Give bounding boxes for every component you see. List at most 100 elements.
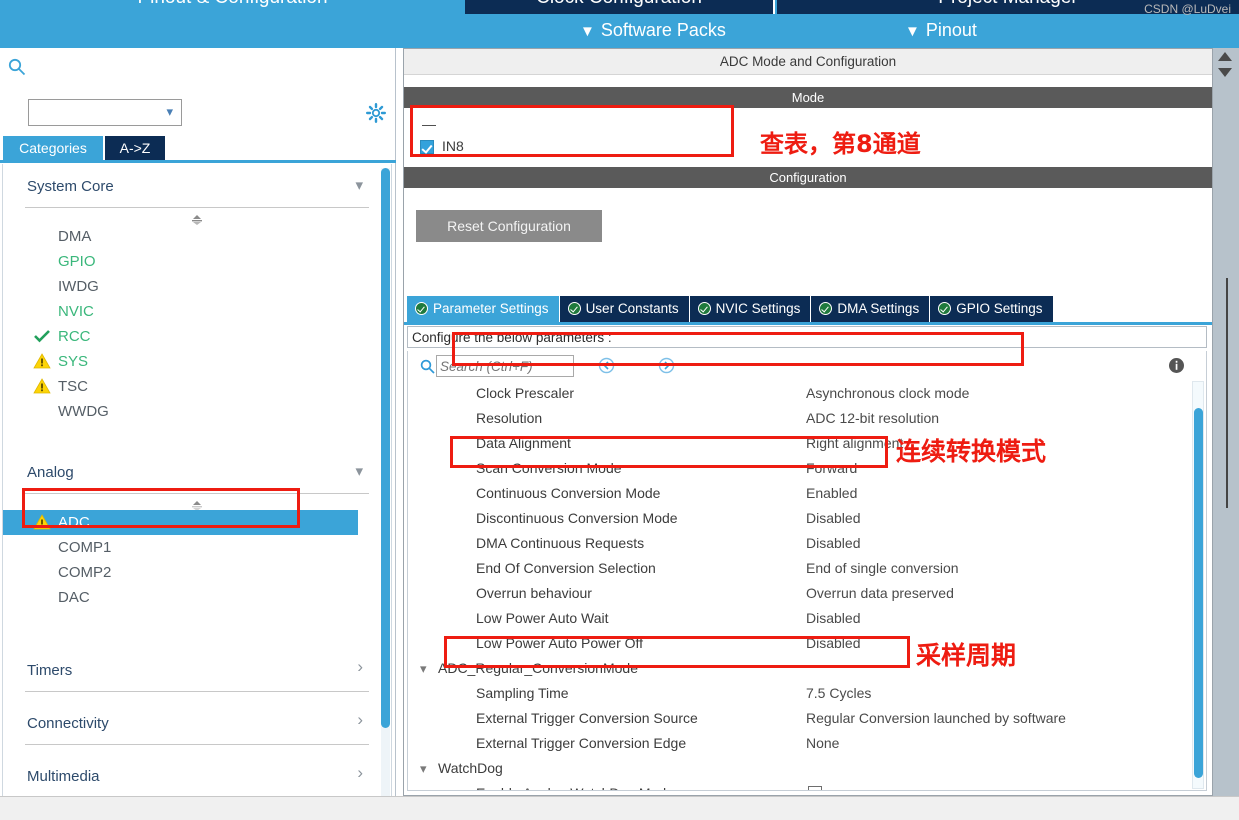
- table-row[interactable]: Clock Prescaler Asynchronous clock mode: [408, 381, 1206, 406]
- sidebar-item-rcc[interactable]: RCC: [3, 324, 391, 349]
- ribbon-pinout[interactable]: ▼Pinout: [905, 16, 977, 44]
- sidebar-group-system-core[interactable]: System Core ▾: [25, 164, 369, 208]
- sidebar-group-connectivity[interactable]: Connectivity ›: [25, 701, 369, 745]
- splitter-system-core[interactable]: [3, 208, 391, 224]
- config-tab-row: Parameter Settings User Constants NVIC S…: [407, 296, 1054, 322]
- sidebar-view-a-to-z[interactable]: A->Z: [105, 136, 165, 160]
- param-value: Regular Conversion launched by software: [806, 706, 1066, 731]
- sidebar-scrollbar[interactable]: [381, 168, 390, 820]
- param-name: Continuous Conversion Mode: [476, 481, 660, 506]
- sidebar-item-label: RCC: [58, 328, 91, 345]
- warning-icon: [33, 377, 51, 395]
- sidebar-item-comp2[interactable]: COMP2: [3, 560, 391, 585]
- gear-icon[interactable]: [366, 103, 386, 123]
- sidebar-item-label: NVIC: [58, 303, 94, 320]
- table-row[interactable]: Discontinuous Conversion Mode Disabled: [408, 506, 1206, 531]
- tab-clock-configuration[interactable]: Clock Configuration: [465, 0, 775, 14]
- window-scrollbar[interactable]: [1213, 48, 1239, 796]
- sidebar-group-label: Timers: [27, 662, 72, 679]
- scroll-up-arrow-icon[interactable]: [1218, 52, 1232, 61]
- ribbon-software-packs[interactable]: ▼Software Packs: [580, 16, 726, 44]
- parameter-rows: Clock Prescaler Asynchronous clock mode …: [408, 381, 1206, 791]
- configure-hint: Configure the below parameters :: [407, 326, 1207, 348]
- tab-gpio-settings[interactable]: GPIO Settings: [930, 296, 1053, 322]
- tab-parameter-settings[interactable]: Parameter Settings: [407, 296, 560, 322]
- check-circle-icon: [698, 302, 711, 315]
- param-name: Discontinuous Conversion Mode: [476, 506, 678, 531]
- table-row[interactable]: External Trigger Conversion Source Regul…: [408, 706, 1206, 731]
- param-name: Overrun behaviour: [476, 581, 592, 606]
- reset-configuration-button[interactable]: Reset Configuration: [416, 210, 602, 242]
- tab-pinout-and-configuration[interactable]: Pinout & Configuration: [0, 0, 465, 14]
- splitter-handle-icon: [190, 498, 204, 508]
- info-icon[interactable]: [1168, 357, 1185, 379]
- table-row[interactable]: Overrun behaviour Overrun data preserved: [408, 581, 1206, 606]
- table-row[interactable]: Low Power Auto Wait Disabled: [408, 606, 1206, 631]
- tab-dma-settings[interactable]: DMA Settings: [811, 296, 930, 322]
- sidebar-item-sys[interactable]: SYS: [3, 349, 391, 374]
- parameter-list-scrollbar-thumb[interactable]: [1194, 408, 1203, 778]
- param-name: External Trigger Conversion Edge: [476, 731, 686, 756]
- chevron-right-icon: ›: [357, 710, 363, 730]
- table-row[interactable]: Low Power Auto Power Off Disabled: [408, 631, 1206, 656]
- sidebar-item-label: DMA: [58, 228, 91, 245]
- sidebar-item-label: DAC: [58, 589, 90, 606]
- sidebar-item-comp1[interactable]: COMP1: [3, 535, 391, 560]
- sidebar-item-adc[interactable]: ADC: [3, 510, 358, 535]
- sidebar-item-gpio[interactable]: GPIO: [3, 249, 391, 274]
- chevron-down-icon: ▾: [355, 462, 363, 480]
- sidebar-group-analog[interactable]: Analog ▾: [25, 450, 369, 494]
- sidebar-group-multimedia[interactable]: Multimedia ›: [25, 754, 369, 798]
- window-scrollbar-track[interactable]: [1226, 278, 1228, 508]
- sidebar-item-iwdg[interactable]: IWDG: [3, 274, 391, 299]
- sidebar-scrollbar-thumb[interactable]: [381, 168, 390, 728]
- splitter-analog[interactable]: [3, 494, 391, 510]
- chevron-down-icon: ▼: [580, 18, 595, 46]
- param-group-adc-regular-conversionmode[interactable]: ▾ ADC_Regular_ConversionMode: [408, 656, 1206, 681]
- sidebar-tab-underline: [0, 160, 396, 163]
- param-group-label: ADC_Regular_ConversionMode: [438, 656, 638, 681]
- circle-next-icon[interactable]: [658, 357, 675, 374]
- sidebar-item-label: SYS: [58, 353, 88, 370]
- tab-nvic-settings[interactable]: NVIC Settings: [690, 296, 812, 322]
- sidebar-item-wwdg[interactable]: WWDG: [3, 399, 391, 424]
- table-row[interactable]: Scan Conversion Mode Forward: [408, 456, 1206, 481]
- param-value: Disabled: [806, 506, 860, 531]
- chevron-right-icon: ›: [357, 763, 363, 783]
- tab-label: Parameter Settings: [433, 301, 549, 316]
- table-row[interactable]: Continuous Conversion Mode Enabled: [408, 481, 1206, 506]
- sidebar-item-nvic[interactable]: NVIC: [3, 299, 391, 324]
- sidebar-group-label: Analog: [27, 464, 74, 481]
- param-value: ADC 12-bit resolution: [806, 406, 939, 431]
- tab-user-constants[interactable]: User Constants: [560, 296, 690, 322]
- sidebar-group-timers[interactable]: Timers ›: [25, 648, 369, 692]
- sidebar-item-tsc[interactable]: TSC: [3, 374, 391, 399]
- param-group-watchdog[interactable]: ▾ WatchDog: [408, 756, 1206, 781]
- scroll-down-arrow-icon[interactable]: [1218, 68, 1232, 77]
- parameter-list: Clock Prescaler Asynchronous clock mode …: [407, 351, 1207, 791]
- circle-prev-icon[interactable]: [598, 357, 615, 374]
- table-row[interactable]: Data Alignment Right alignment: [408, 431, 1206, 456]
- param-name: Low Power Auto Wait: [476, 606, 609, 631]
- sidebar-search-combo[interactable]: ▾: [28, 99, 182, 126]
- param-name: Data Alignment: [476, 431, 571, 456]
- check-circle-icon: [938, 302, 951, 315]
- table-row[interactable]: End Of Conversion Selection End of singl…: [408, 556, 1206, 581]
- table-row[interactable]: Enable Analog WatchDog Mode: [408, 781, 1206, 791]
- parameter-list-scrollbar[interactable]: [1192, 381, 1204, 789]
- sidebar-view-categories[interactable]: Categories: [3, 136, 103, 160]
- parameter-search-input[interactable]: [436, 355, 574, 377]
- bottom-status-strip: [0, 796, 1239, 820]
- in8-checkbox[interactable]: [420, 140, 434, 154]
- tab-label: User Constants: [586, 301, 679, 316]
- table-row[interactable]: DMA Continuous Requests Disabled: [408, 531, 1206, 556]
- adc-configuration-panel: ADC Mode and Configuration Mode — IN8 Co…: [403, 48, 1213, 796]
- sidebar-item-dma[interactable]: DMA: [3, 224, 391, 249]
- analog-watchdog-checkbox[interactable]: [808, 786, 822, 791]
- table-row[interactable]: External Trigger Conversion Edge None: [408, 731, 1206, 756]
- table-row[interactable]: Resolution ADC 12-bit resolution: [408, 406, 1206, 431]
- param-value: Disabled: [806, 606, 860, 631]
- search-icon: [420, 359, 435, 379]
- table-row[interactable]: Sampling Time 7.5 Cycles: [408, 681, 1206, 706]
- sidebar-item-dac[interactable]: DAC: [3, 585, 391, 610]
